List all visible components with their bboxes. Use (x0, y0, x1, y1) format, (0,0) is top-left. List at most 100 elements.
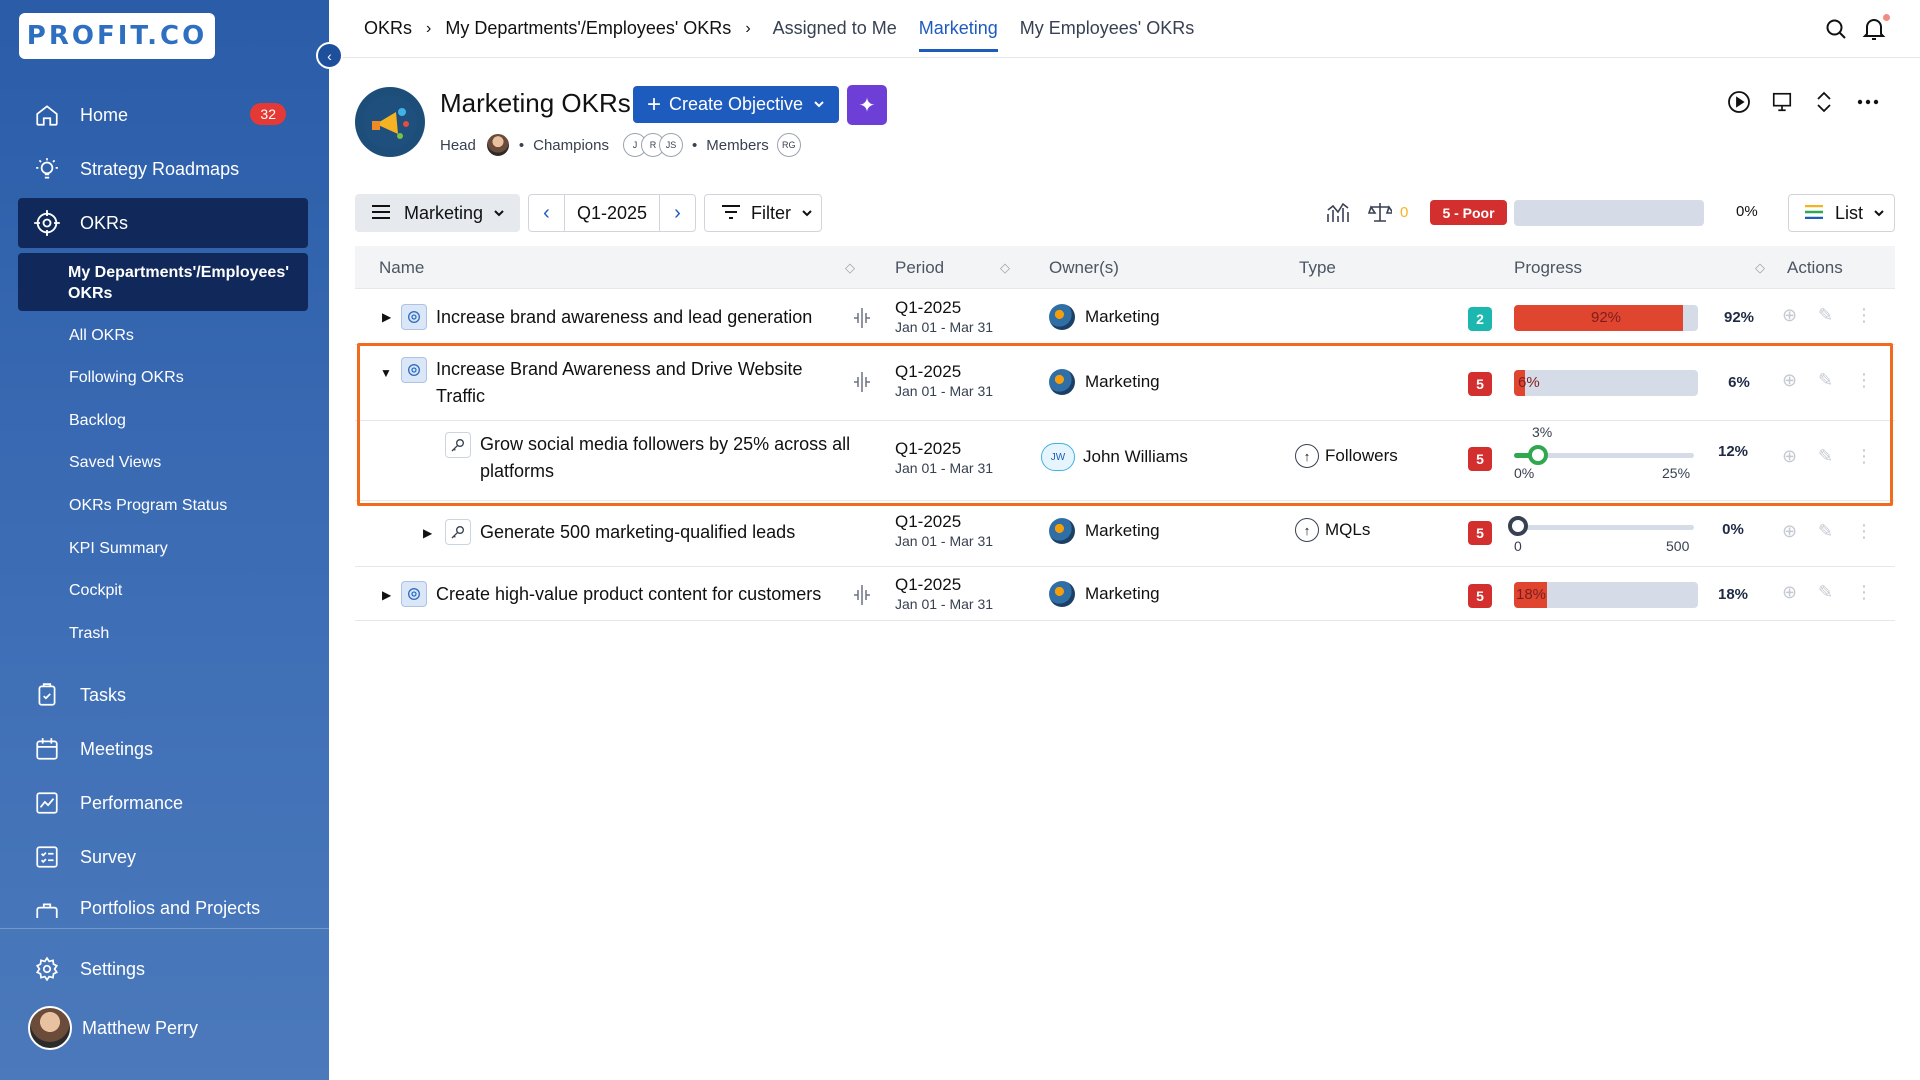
view-select[interactable]: List (1788, 194, 1895, 232)
row-owner[interactable]: Marketing (1049, 369, 1160, 395)
sidebar-subitem-program-status[interactable]: OKRs Program Status (69, 497, 227, 515)
row-name[interactable]: Create high-value product content for cu… (436, 581, 821, 608)
row-name[interactable]: Generate 500 marketing-qualified leads (480, 519, 795, 546)
filter-button[interactable]: Filter (704, 194, 822, 232)
more-vertical-icon[interactable]: ⋮ (1855, 370, 1873, 391)
collapse-caret-icon[interactable]: ▼ (380, 366, 392, 380)
tab-marketing[interactable]: Marketing (918, 0, 998, 58)
sort-icon[interactable]: ◇ (845, 260, 855, 276)
column-header-period[interactable]: Period (895, 258, 944, 278)
add-circle-icon[interactable]: ⊕ (1782, 446, 1797, 467)
slider-knob[interactable] (1508, 516, 1528, 536)
add-circle-icon[interactable]: ⊕ (1782, 521, 1797, 542)
sidebar-subitem-my-departments[interactable]: My Departments'/Employees' OKRs (18, 253, 308, 311)
edit-pencil-icon[interactable]: ✎ (1818, 370, 1833, 391)
breadcrumb-my-departments[interactable]: My Departments'/Employees' OKRs (445, 18, 731, 39)
edit-pencil-icon[interactable]: ✎ (1818, 521, 1833, 542)
sort-icon[interactable]: ◇ (1000, 260, 1010, 276)
expand-caret-icon[interactable]: ▶ (382, 588, 391, 602)
collapse-sidebar-button[interactable]: ‹ (316, 42, 343, 69)
edit-pencil-icon[interactable]: ✎ (1818, 305, 1833, 326)
expand-collapse-icon[interactable] (1810, 88, 1838, 116)
row-name[interactable]: Grow social media followers by 25% acros… (480, 431, 860, 485)
alignment-icon[interactable] (851, 306, 873, 335)
add-circle-icon[interactable]: ⊕ (1782, 305, 1797, 326)
sidebar-subitem-kpi-summary[interactable]: KPI Summary (69, 540, 168, 558)
presentation-icon[interactable] (1768, 88, 1796, 116)
table-row[interactable]: ▶ Increase brand awareness and lead gene… (355, 289, 1895, 345)
period-value[interactable]: Q1-2025 (565, 203, 659, 224)
more-vertical-icon[interactable]: ⋮ (1855, 446, 1873, 467)
add-circle-icon[interactable]: ⊕ (1782, 370, 1797, 391)
sidebar-item-meetings[interactable]: Meetings (18, 725, 308, 773)
breadcrumb-okrs[interactable]: OKRs (364, 18, 412, 39)
more-vertical-icon[interactable]: ⋮ (1855, 305, 1873, 326)
user-profile[interactable]: Matthew Perry (18, 1004, 308, 1052)
add-circle-icon[interactable]: ⊕ (1782, 582, 1797, 603)
sidebar-subitem-saved-views[interactable]: Saved Views (69, 454, 161, 472)
ai-assistant-button[interactable]: ✦ (847, 85, 887, 125)
chevron-left-icon: ‹ (327, 47, 332, 64)
more-options-icon[interactable] (1854, 88, 1882, 116)
more-vertical-icon[interactable]: ⋮ (1855, 521, 1873, 542)
chart-line-icon (32, 788, 62, 818)
analytics-icon[interactable] (1326, 202, 1350, 229)
alignment-icon[interactable] (851, 370, 873, 399)
row-name[interactable]: Increase brand awareness and lead genera… (436, 304, 812, 331)
expand-caret-icon[interactable]: ▶ (423, 526, 432, 540)
play-icon[interactable] (1725, 88, 1753, 116)
sidebar-item-settings[interactable]: Settings (18, 945, 308, 993)
row-owner[interactable]: Marketing (1049, 581, 1160, 607)
column-header-name[interactable]: Name (379, 258, 424, 278)
tab-assigned-to-me[interactable]: Assigned to Me (773, 0, 897, 58)
table-row[interactable]: Grow social media followers by 25% acros… (355, 421, 1895, 501)
sort-icon[interactable]: ◇ (1755, 260, 1765, 276)
plus-icon: + (646, 90, 661, 118)
column-header-progress[interactable]: Progress (1514, 258, 1582, 278)
sidebar-item-survey[interactable]: Survey (18, 833, 308, 881)
column-header-owners[interactable]: Owner(s) (1049, 258, 1119, 278)
bell-icon[interactable] (1862, 14, 1890, 47)
tab-my-employees-okrs[interactable]: My Employees' OKRs (1020, 0, 1194, 58)
progress-percent[interactable]: 92% (1713, 303, 1765, 331)
edit-pencil-icon[interactable]: ✎ (1818, 446, 1833, 467)
logo[interactable]: PROFIT.CO (19, 13, 215, 59)
progress-percent[interactable]: 12% (1707, 437, 1759, 465)
table-row[interactable]: ▶ Generate 500 marketing-qualified leads… (355, 501, 1895, 567)
alignment-icon[interactable] (851, 583, 873, 612)
table-row[interactable]: ▶ Create high-value product content for … (355, 567, 1895, 621)
progress-percent[interactable]: 18% (1707, 580, 1759, 608)
row-owner[interactable]: Marketing (1049, 518, 1160, 544)
balance-scale-icon[interactable] (1367, 201, 1395, 228)
sidebar-item-home[interactable]: Home 32 (18, 91, 308, 139)
sidebar-item-strategy[interactable]: Strategy Roadmaps (18, 145, 308, 193)
champion-avatar[interactable]: JS (659, 133, 683, 157)
sidebar-item-performance[interactable]: Performance (18, 779, 308, 827)
next-period-button[interactable]: › (659, 195, 695, 231)
edit-pencil-icon[interactable]: ✎ (1818, 582, 1833, 603)
progress-percent[interactable]: 0% (1707, 515, 1759, 543)
row-name[interactable]: Increase Brand Awareness and Drive Websi… (436, 356, 836, 410)
sidebar-subitem-cockpit[interactable]: Cockpit (69, 582, 122, 600)
table-row[interactable]: ▼ Increase Brand Awareness and Drive Web… (355, 345, 1895, 421)
sidebar-item-okrs[interactable]: OKRs (18, 198, 308, 248)
sidebar-subitem-trash[interactable]: Trash (69, 625, 109, 643)
sidebar-item-tasks[interactable]: Tasks (18, 671, 308, 719)
head-avatar[interactable] (485, 133, 510, 157)
previous-period-button[interactable]: ‹ (529, 195, 565, 231)
progress-percent[interactable]: 6% (1713, 368, 1765, 396)
create-objective-button[interactable]: + Create Objective (633, 86, 839, 123)
sidebar-subitem-backlog[interactable]: Backlog (69, 412, 126, 430)
column-header-type[interactable]: Type (1299, 258, 1336, 278)
member-avatar[interactable]: RG (776, 133, 801, 157)
sidebar-subitem-following[interactable]: Following OKRs (69, 369, 184, 387)
expand-caret-icon[interactable]: ▶ (382, 310, 391, 324)
more-vertical-icon[interactable]: ⋮ (1855, 582, 1873, 603)
row-owner[interactable]: Marketing (1049, 304, 1160, 330)
sidebar-subitem-all-okrs[interactable]: All OKRs (69, 327, 134, 345)
department-select[interactable]: Marketing (355, 194, 520, 232)
slider-knob[interactable] (1528, 445, 1548, 465)
row-owner[interactable]: JW John Williams (1041, 443, 1188, 471)
sidebar-item-portfolios[interactable]: Portfolios and Projects (18, 888, 308, 918)
search-icon[interactable] (1824, 17, 1848, 46)
